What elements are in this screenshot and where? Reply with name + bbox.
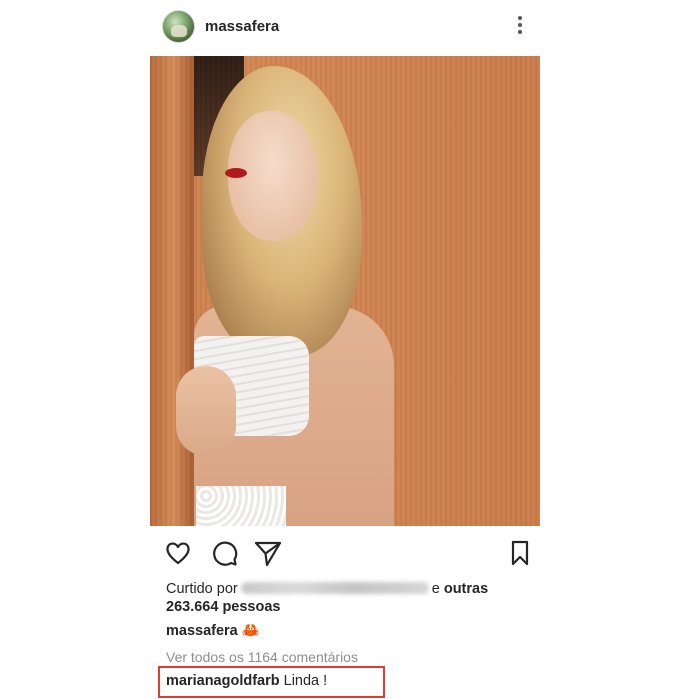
three-dots-vertical-icon[interactable] bbox=[510, 14, 530, 38]
view-all-comments-link[interactable]: Ver todos os 1164 comentários bbox=[166, 649, 358, 665]
post-photo[interactable] bbox=[150, 56, 540, 526]
liked-by-line: Curtido por e outras bbox=[166, 581, 489, 597]
comment-bubble-icon[interactable] bbox=[209, 538, 239, 568]
paper-plane-icon[interactable] bbox=[253, 538, 283, 568]
crab-emoji: 🦀 bbox=[241, 623, 260, 639]
post-caption: massafera 🦀 bbox=[166, 622, 260, 639]
profile-avatar[interactable] bbox=[162, 10, 195, 43]
instagram-post-card: massafera Curtido por e outras 263.664 p… bbox=[150, 0, 540, 699]
blurred-usernames bbox=[240, 582, 429, 594]
comment-item: marianagoldfarb Linda ! bbox=[166, 673, 327, 689]
caption-username[interactable]: massafera bbox=[166, 623, 238, 639]
likes-count[interactable]: 263.664 pessoas bbox=[166, 599, 280, 615]
likes-others-link[interactable]: outras bbox=[444, 581, 488, 597]
comment-username[interactable]: marianagoldfarb bbox=[166, 673, 280, 689]
bookmark-icon[interactable] bbox=[505, 538, 535, 568]
post-username[interactable]: massafera bbox=[205, 18, 279, 35]
heart-icon[interactable] bbox=[163, 538, 193, 568]
action-bar bbox=[150, 538, 540, 570]
comment-text: Linda ! bbox=[283, 673, 328, 689]
post-header: massafera bbox=[150, 8, 540, 48]
